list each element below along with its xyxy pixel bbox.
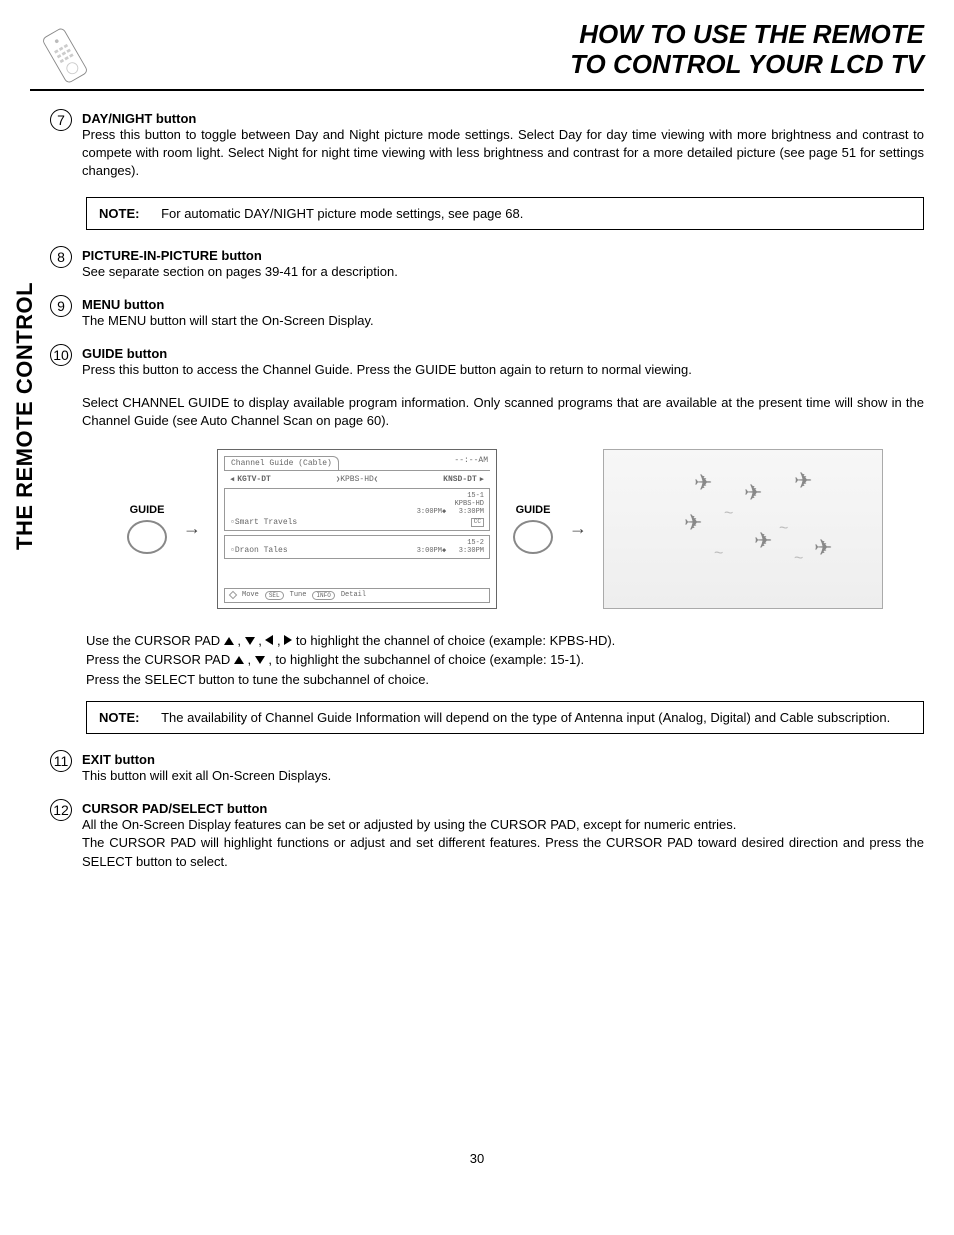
cg-program-1: ▫Smart Travels 15-1 KPBS-HD 3:00PM◆ 3:30… [224, 488, 490, 531]
section-9: 9 MENU button The MENU button will start… [50, 297, 924, 330]
section-12: 12 CURSOR PAD/SELECT button All the On-S… [50, 801, 924, 871]
section-heading: PICTURE-IN-PICTURE button [82, 248, 924, 263]
left-arrow-icon [265, 635, 273, 645]
cg-ch-mid: ❯KPBS-HD❮ [336, 475, 378, 484]
channel-guide-screen: Channel Guide (Cable) --:--AM ◀KGTV-DT ❯… [217, 449, 497, 609]
section-text-2: The CURSOR PAD will highlight functions … [82, 834, 924, 870]
note-text: For automatic DAY/NIGHT picture mode set… [161, 206, 523, 221]
side-tab: THE REMOTE CONTROL [12, 282, 38, 550]
content: 7 DAY/NIGHT button Press this button to … [30, 111, 924, 871]
cg-ch-left: ◀KGTV-DT [230, 475, 271, 484]
section-num-8: 8 [50, 246, 72, 268]
section-8: 8 PICTURE-IN-PICTURE button See separate… [50, 248, 924, 281]
section-text: This button will exit all On-Screen Disp… [82, 767, 924, 785]
note-box-2: NOTE: The availability of Channel Guide … [86, 701, 924, 734]
note-label: NOTE: [99, 710, 139, 725]
guide-label: GUIDE [516, 504, 551, 516]
cg-time: --:--AM [454, 456, 488, 465]
guide-button-right: GUIDE [513, 504, 553, 554]
cg-ch-right: KNSD-DT▶ [443, 475, 484, 484]
guide-button-icon [127, 520, 167, 554]
section-text-2: Select CHANNEL GUIDE to display availabl… [82, 394, 924, 430]
title-line-1: HOW TO USE THE REMOTE [570, 20, 924, 50]
section-text: All the On-Screen Display features can b… [82, 816, 924, 834]
note-label: NOTE: [99, 206, 139, 221]
section-heading: EXIT button [82, 752, 924, 767]
up-arrow-icon [224, 637, 234, 645]
section-num-11: 11 [50, 750, 72, 772]
cg-footer: Move SELTune INFODetail [224, 588, 490, 603]
section-heading: GUIDE button [82, 346, 924, 361]
section-num-9: 9 [50, 295, 72, 317]
section-num-12: 12 [50, 799, 72, 821]
cg-program-2: ▫Draon Tales 15-2 3:00PM◆ 3:30PM [224, 535, 490, 559]
page-number: 30 [30, 1151, 924, 1166]
section-num-10: 10 [50, 344, 72, 366]
guide-label: GUIDE [130, 504, 165, 516]
guide-button-left: GUIDE [127, 504, 167, 554]
cg-tab: Channel Guide (Cable) [224, 456, 339, 470]
up-arrow-icon [234, 656, 244, 664]
figure-row: GUIDE → Channel Guide (Cable) --:--AM ◀K… [86, 449, 924, 609]
remote-icon [30, 19, 101, 92]
section-text: The MENU button will start the On-Screen… [82, 312, 924, 330]
section-text: See separate section on pages 39-41 for … [82, 263, 924, 281]
section-7: 7 DAY/NIGHT button Press this button to … [50, 111, 924, 181]
section-10: 10 GUIDE button Press this button to acc… [50, 346, 924, 431]
section-11: 11 EXIT button This button will exit all… [50, 752, 924, 785]
page-title: HOW TO USE THE REMOTE TO CONTROL YOUR LC… [570, 20, 924, 80]
title-line-2: TO CONTROL YOUR LCD TV [570, 50, 924, 80]
down-arrow-icon [255, 656, 265, 664]
section-num-7: 7 [50, 109, 72, 131]
arrow-right-icon: → [183, 518, 201, 539]
note-box-1: NOTE: For automatic DAY/NIGHT picture mo… [86, 197, 924, 230]
section-text: Press this button to toggle between Day … [82, 126, 924, 181]
cursor-instructions: Use the CURSOR PAD , , , to highlight th… [86, 631, 924, 690]
arrow-right-icon: → [569, 518, 587, 539]
note-text: The availability of Channel Guide Inform… [161, 710, 892, 725]
section-heading: CURSOR PAD/SELECT button [82, 801, 924, 816]
right-arrow-icon [284, 635, 292, 645]
down-arrow-icon [245, 637, 255, 645]
guide-button-icon [513, 520, 553, 554]
header: HOW TO USE THE REMOTE TO CONTROL YOUR LC… [30, 20, 924, 91]
section-text: Press this button to access the Channel … [82, 361, 924, 379]
section-heading: MENU button [82, 297, 924, 312]
tv-output-image: ✈ ✈ ✈ ✈ ✈ ✈ ~ ~ ~ ~ [603, 449, 883, 609]
section-heading: DAY/NIGHT button [82, 111, 924, 126]
